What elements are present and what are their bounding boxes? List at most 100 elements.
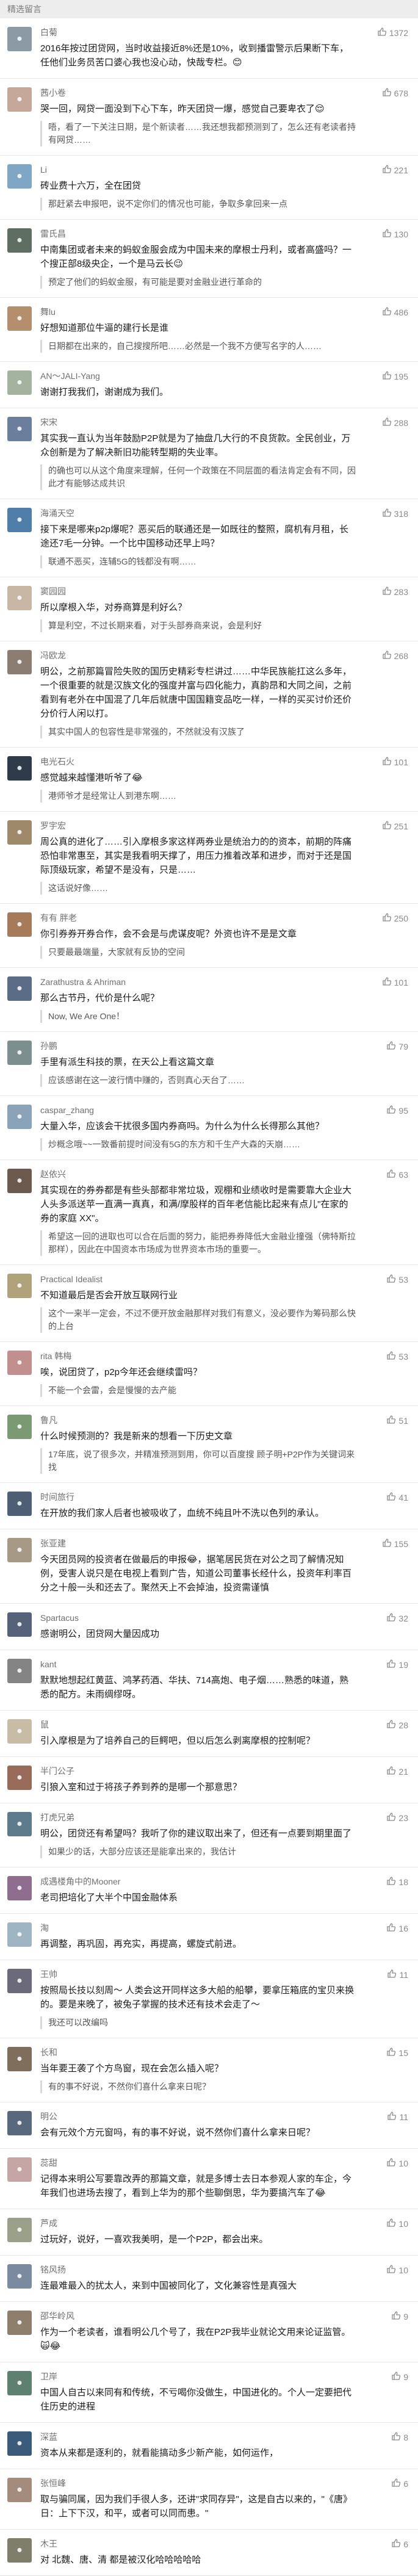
like-button[interactable]: 16	[386, 1922, 408, 1934]
like-button[interactable]: 11	[387, 1969, 408, 1980]
like-button[interactable]: 15	[386, 2047, 408, 2058]
like-button[interactable]: 251	[382, 820, 408, 832]
avatar[interactable]: ●	[7, 586, 32, 610]
avatar[interactable]: ●	[7, 1969, 32, 1993]
like-button[interactable]: 268	[382, 650, 408, 662]
comment-nickname: 明公	[40, 2112, 57, 2121]
like-count: 155	[394, 1539, 408, 1549]
like-button[interactable]: 9	[391, 2311, 408, 2322]
avatar[interactable]: ●	[7, 2311, 32, 2335]
avatar[interactable]: ●	[7, 87, 32, 112]
comment-item: ● Practical Idealist 不知道最后是否会开放互联网行业 这个一来半一…	[0, 1265, 418, 1342]
like-button[interactable]: 53	[386, 1351, 408, 1362]
avatar[interactable]: ●	[7, 306, 32, 331]
comment-nickname: Li	[40, 165, 47, 175]
like-button[interactable]: 19	[386, 1659, 408, 1670]
avatar[interactable]: ●	[7, 1659, 32, 1683]
like-button[interactable]: 130	[382, 228, 408, 240]
like-button[interactable]: 288	[382, 417, 408, 428]
like-button[interactable]: 32	[386, 1612, 408, 1624]
like-button[interactable]: 51	[386, 1415, 408, 1426]
avatar[interactable]: ●	[7, 2264, 32, 2289]
avatar[interactable]: ●	[7, 912, 32, 937]
avatar[interactable]: ●	[7, 2218, 32, 2242]
like-button[interactable]: 41	[386, 1492, 408, 1503]
avatar[interactable]: ●	[7, 976, 32, 1001]
avatar[interactable]: ●	[7, 2538, 32, 2563]
avatar[interactable]: ●	[7, 228, 32, 253]
like-button[interactable]: 53	[386, 1274, 408, 1285]
avatar[interactable]: ●	[7, 1415, 32, 1439]
comment-body: rita 韩梅 唉，说团贷了，p2p今年还会继续雷吗？ 不能一个会雷，会是慢慢的去产…	[40, 1351, 408, 1397]
like-button[interactable]: 11	[387, 2111, 408, 2123]
comment-text: 唉，说团贷了，p2p今年还会继续雷吗？	[40, 1367, 203, 1377]
like-button[interactable]: 101	[382, 976, 408, 988]
like-button[interactable]: 8	[391, 2431, 408, 2443]
avatar[interactable]: ●	[7, 164, 32, 189]
like-button[interactable]: 9	[391, 2371, 408, 2383]
avatar[interactable]: ●	[7, 1876, 32, 1900]
avatar[interactable]: ●	[7, 1719, 32, 1744]
avatar[interactable]: ●	[7, 2047, 32, 2071]
avatar[interactable]: ●	[7, 370, 32, 395]
like-count: 195	[394, 371, 408, 381]
like-button[interactable]: 10	[386, 2157, 408, 2169]
avatar[interactable]: ●	[7, 2371, 32, 2395]
comment-text: 哭一回，网贷一面没到下心下车，昨天团贷一爆，感觉自己要卑衣了😌	[40, 104, 325, 114]
avatar[interactable]: ●	[7, 2431, 32, 2456]
like-button[interactable]: 23	[386, 1812, 408, 1824]
avatar[interactable]: ●	[7, 1812, 32, 1836]
avatar[interactable]: ●	[7, 2478, 32, 2502]
like-button[interactable]: 318	[382, 508, 408, 519]
comment-text: 连最难最入的扰太人，来到中国被同化了，文化兼容性是真强大	[40, 2281, 297, 2291]
like-button[interactable]: 155	[382, 1538, 408, 1550]
comment-nickname: 半门公子	[40, 1766, 74, 1776]
like-button[interactable]: 283	[382, 586, 408, 597]
like-button[interactable]: 195	[382, 370, 408, 382]
avatar[interactable]: ●	[7, 1169, 32, 1193]
avatar[interactable]: ●	[7, 1041, 32, 1065]
like-button[interactable]: 6	[391, 2478, 408, 2489]
avatar[interactable]: ●	[7, 508, 32, 532]
avatar[interactable]: ●	[7, 1105, 32, 1129]
like-button[interactable]: 678	[382, 87, 408, 99]
thumb-up-icon	[386, 1274, 396, 1285]
like-button[interactable]: 95	[386, 1105, 408, 1116]
like-button[interactable]: 79	[386, 1041, 408, 1052]
comment-nickname: 铭风扬	[40, 2265, 66, 2275]
avatar[interactable]: ●	[7, 2157, 32, 2182]
author-reply-text: 17年底，说了很多次，并精准预测到用，你可以百度搜 顾子明+P2P作为关键词来找	[48, 1449, 355, 1472]
like-button[interactable]: 101	[382, 756, 408, 768]
like-button[interactable]: 10	[386, 2218, 408, 2229]
comment-list: ● 白菊 2016年按过团贷网，当时收益接近8%还是10%，收到播雷警示后果断下车，…	[0, 18, 418, 2576]
comment-nickname: AN～JALI-Yang	[40, 371, 100, 381]
avatar[interactable]: ●	[7, 1922, 32, 1947]
avatar[interactable]: ●	[7, 650, 32, 674]
like-button[interactable]: 6	[391, 2538, 408, 2550]
like-button[interactable]: 10	[386, 2264, 408, 2276]
avatar[interactable]: ●	[7, 1274, 32, 1298]
like-button[interactable]: 21	[386, 1766, 408, 1777]
like-button[interactable]: 28	[386, 1719, 408, 1731]
like-button[interactable]: 486	[382, 306, 408, 318]
like-count: 23	[398, 1813, 408, 1823]
like-button[interactable]: 18	[386, 1876, 408, 1888]
avatar[interactable]: ●	[7, 2111, 32, 2135]
like-button[interactable]: 221	[382, 164, 408, 176]
avatar[interactable]: ●	[7, 1766, 32, 1790]
like-button[interactable]: 250	[382, 912, 408, 924]
avatar[interactable]: ●	[7, 1538, 32, 1562]
user-icon: ●	[16, 2164, 23, 2174]
avatar[interactable]: ●	[7, 1492, 32, 1516]
user-icon: ●	[16, 1819, 23, 1829]
author-reply: 只要最最端量，大家就有反协的空间	[40, 946, 356, 959]
avatar[interactable]: ●	[7, 1351, 32, 1375]
comment-item: ● 深蓝 资本从来都是逐利的，就看能搞动多少新产能，如何运作， 8	[0, 2423, 418, 2469]
like-button[interactable]: 1372	[377, 27, 408, 38]
avatar[interactable]: ●	[7, 1612, 32, 1637]
avatar[interactable]: ●	[7, 756, 32, 781]
avatar[interactable]: ●	[7, 27, 32, 51]
avatar[interactable]: ●	[7, 417, 32, 441]
like-button[interactable]: 63	[386, 1169, 408, 1180]
avatar[interactable]: ●	[7, 820, 32, 845]
